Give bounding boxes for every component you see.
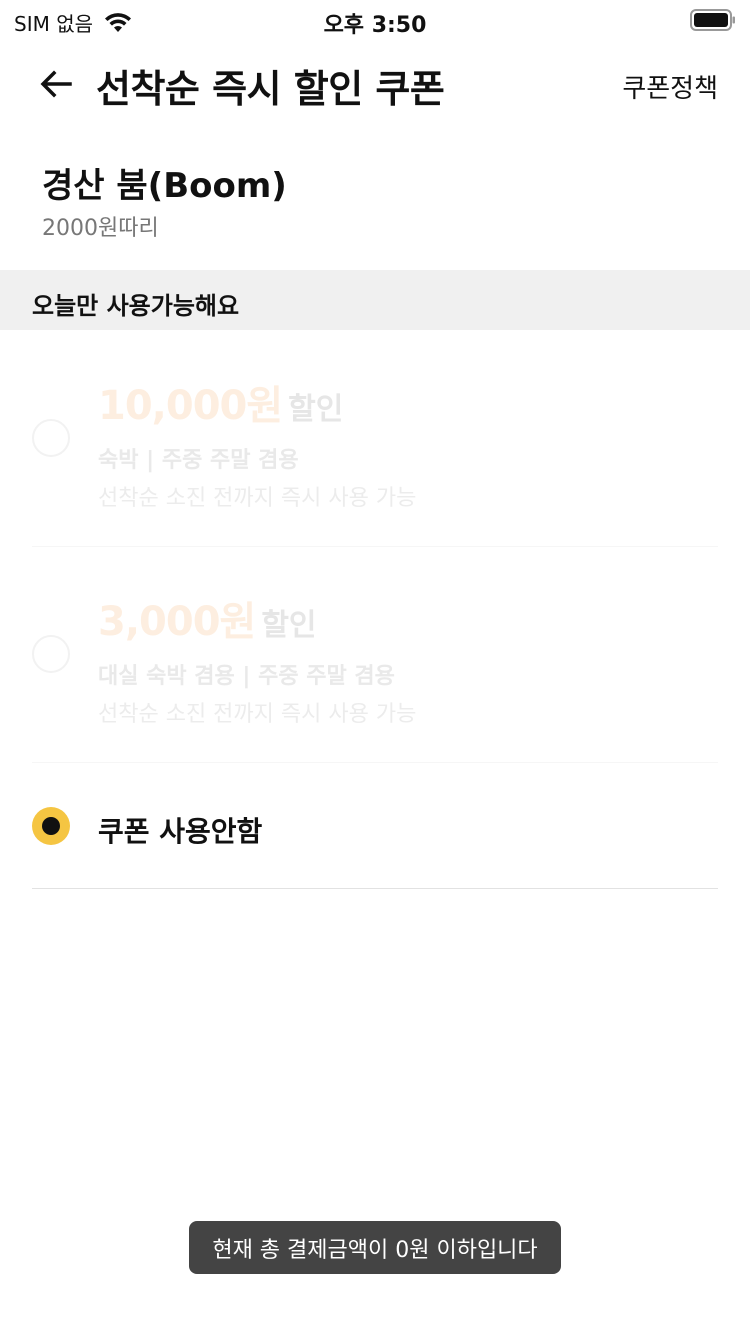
coupon-conditions: 대실 숙박 겸용 | 주중 주말 겸용 bbox=[98, 664, 395, 689]
toast-message: 현재 총 결제금액이 0원 이하입니다 bbox=[189, 1221, 561, 1274]
coupon-body: 10,000원 할인 숙박 | 주중 주말 겸용 선착순 소진 전까지 즉시 사용… bbox=[98, 378, 416, 518]
no-coupon-label: 쿠폰 사용안함 bbox=[98, 815, 263, 848]
coupon-option-3000: 3,000원 할인 대실 숙박 겸용 | 주중 주말 겸용 선착순 소진 전까지 … bbox=[32, 594, 718, 727]
nav-bar: 선착순 즉시 할인 쿠폰 쿠폰정책 bbox=[0, 44, 750, 124]
no-coupon-option[interactable]: 쿠폰 사용안함 bbox=[32, 806, 718, 850]
coupon-conditions: 숙박 | 주중 주말 겸용 bbox=[98, 448, 299, 473]
row-divider bbox=[32, 546, 718, 547]
product-info: 경산 붐(Boom) 2000원따리 bbox=[42, 162, 287, 246]
coupon-note: 선착순 소진 전까지 즉시 사용 가능 bbox=[98, 702, 417, 727]
row-divider bbox=[32, 762, 718, 763]
battery-icon bbox=[690, 9, 735, 31]
status-time: 오후 3:50 bbox=[323, 13, 427, 38]
product-price: 2000원따리 bbox=[42, 216, 159, 241]
toast-text: 현재 총 결제금액이 0원 이하입니다 bbox=[212, 1237, 538, 1263]
section-title: 오늘만 사용가능해요 bbox=[32, 292, 240, 320]
no-coupon-radio[interactable] bbox=[32, 807, 70, 845]
coupon-discount-word: 할인 bbox=[288, 392, 344, 427]
bottom-divider bbox=[32, 888, 718, 889]
coupon-discount-word: 할인 bbox=[261, 608, 317, 643]
coupon-option-10000: 10,000원 할인 숙박 | 주중 주말 겸용 선착순 소진 전까지 즉시 사용… bbox=[32, 378, 718, 511]
section-header: 오늘만 사용가능해요 bbox=[0, 270, 750, 330]
page-title: 선착순 즉시 할인 쿠폰 bbox=[96, 67, 445, 111]
coupon-body: 3,000원 할인 대실 숙박 겸용 | 주중 주말 겸용 선착순 소진 전까지 … bbox=[98, 594, 416, 734]
coupon-radio bbox=[32, 635, 70, 673]
radio-selected-dot bbox=[42, 817, 60, 835]
coupon-radio bbox=[32, 419, 70, 457]
coupon-amount-line: 3,000원 할인 bbox=[98, 594, 416, 658]
coupon-amount: 10,000원 bbox=[98, 383, 283, 429]
coupon-amount-line: 10,000원 할인 bbox=[98, 378, 416, 442]
coupon-amount: 3,000원 bbox=[98, 599, 256, 645]
arrow-left-icon[interactable] bbox=[36, 64, 76, 104]
coupon-policy-link[interactable]: 쿠폰정책 bbox=[622, 68, 718, 105]
product-name: 경산 붐(Boom) bbox=[42, 166, 287, 206]
status-bar: SIM 없음 오후 3:50 bbox=[0, 0, 750, 40]
coupon-note: 선착순 소진 전까지 즉시 사용 가능 bbox=[98, 486, 417, 511]
